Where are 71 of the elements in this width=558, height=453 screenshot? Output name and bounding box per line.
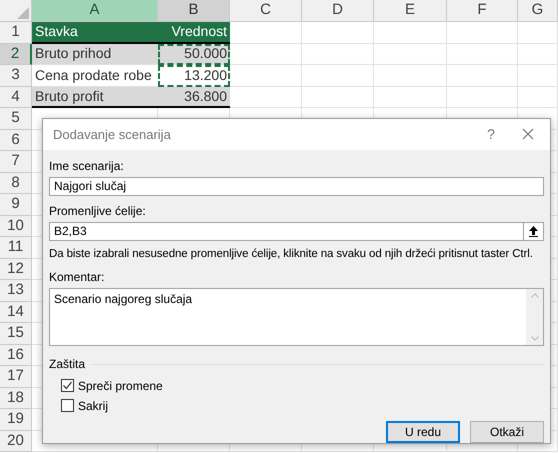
- table-cell: [447, 22, 518, 44]
- table-cell: [302, 22, 374, 44]
- triangle-icon: [17, 7, 29, 19]
- row-header[interactable]: 15: [0, 323, 32, 344]
- column-header[interactable]: D: [302, 0, 374, 22]
- row-header[interactable]: 4: [0, 86, 32, 108]
- row-header[interactable]: 18: [0, 388, 32, 409]
- changing-cells-field[interactable]: B2,B3: [49, 222, 544, 241]
- row-header[interactable]: 7: [0, 151, 32, 172]
- table-cell: Vrednost: [158, 22, 230, 44]
- group-title: Zaštita: [49, 356, 86, 373]
- row-header[interactable]: 10: [0, 216, 32, 237]
- table-cell: [230, 44, 302, 65]
- scenario-name-field[interactable]: Najgori slučaj: [49, 176, 544, 196]
- row-header[interactable]: 3: [0, 65, 32, 86]
- dialog-title: Dodavanje scenarija: [53, 126, 172, 144]
- field-label: Promenljive ćelije:: [49, 202, 147, 220]
- hint-text: Da biste izabrali nesusedne promenljive ćelije, kliknite na svaku od njih držeći pritisnut taster Ctrl.: [49, 246, 534, 262]
- table-cell: [230, 65, 302, 86]
- column-header[interactable]: F: [447, 0, 518, 22]
- field-label: Komentar:: [49, 269, 106, 286]
- column-header[interactable]: A: [32, 0, 158, 22]
- comment-field[interactable]: Scenario najgoreg slučaja: [49, 288, 544, 346]
- up-arrow-icon: [529, 226, 538, 237]
- row-header[interactable]: 14: [0, 302, 32, 323]
- table-cell: [302, 44, 374, 65]
- checkbox[interactable]: [61, 399, 74, 412]
- row-header[interactable]: 5: [0, 108, 32, 130]
- close-icon: [522, 128, 534, 140]
- field-label: Ime scenarija:: [49, 158, 125, 175]
- checkbox-label[interactable]: Sakrij: [78, 396, 108, 414]
- table-cell: [518, 86, 558, 108]
- table-cell: [518, 22, 558, 44]
- scrollbar[interactable]: [526, 289, 543, 345]
- row-header[interactable]: 17: [0, 366, 32, 388]
- table-cell: 50.000: [158, 44, 230, 65]
- field-value: B2,B3: [53, 223, 88, 240]
- row-header[interactable]: 20: [0, 430, 32, 452]
- column-header[interactable]: E: [374, 0, 447, 22]
- table-cell: [230, 22, 302, 44]
- table-cell: [518, 44, 558, 65]
- checkbox-label[interactable]: Spreči promene: [78, 376, 163, 394]
- table-cell: [447, 65, 518, 86]
- dialog-button[interactable]: Otkaži: [470, 421, 544, 443]
- column-header[interactable]: C: [230, 0, 302, 22]
- row-header[interactable]: 8: [0, 172, 32, 194]
- row-header[interactable]: 11: [0, 237, 32, 258]
- scroll-up-icon: [530, 293, 538, 298]
- row-header[interactable]: 6: [0, 130, 32, 151]
- row-header[interactable]: 1: [0, 22, 32, 44]
- table-cell: [302, 65, 374, 86]
- column-header[interactable]: G: [518, 0, 558, 22]
- row-header[interactable]: 2: [0, 44, 32, 65]
- dialog-button[interactable]: U redu: [386, 421, 460, 443]
- table-cell: [447, 44, 518, 65]
- column-header[interactable]: B: [158, 0, 230, 22]
- row-header[interactable]: 16: [0, 344, 32, 366]
- table-cell: 13.200: [158, 65, 230, 86]
- field-value: Scenario najgoreg slučaja: [53, 291, 194, 308]
- row-header[interactable]: 9: [0, 194, 32, 216]
- table-cell: [518, 65, 558, 86]
- checkbox[interactable]: [61, 379, 74, 392]
- row-header[interactable]: 19: [0, 409, 32, 430]
- row-header[interactable]: 12: [0, 258, 32, 280]
- help-button[interactable]: ?: [476, 122, 506, 146]
- scroll-down-icon: [530, 336, 538, 341]
- table-cell: Bruto profit: [32, 86, 158, 108]
- row-header[interactable]: 13: [0, 280, 32, 302]
- table-cell: Bruto prihod: [32, 44, 158, 65]
- table-cell: 36.800: [158, 86, 230, 108]
- table-cell: Stavka: [32, 22, 158, 44]
